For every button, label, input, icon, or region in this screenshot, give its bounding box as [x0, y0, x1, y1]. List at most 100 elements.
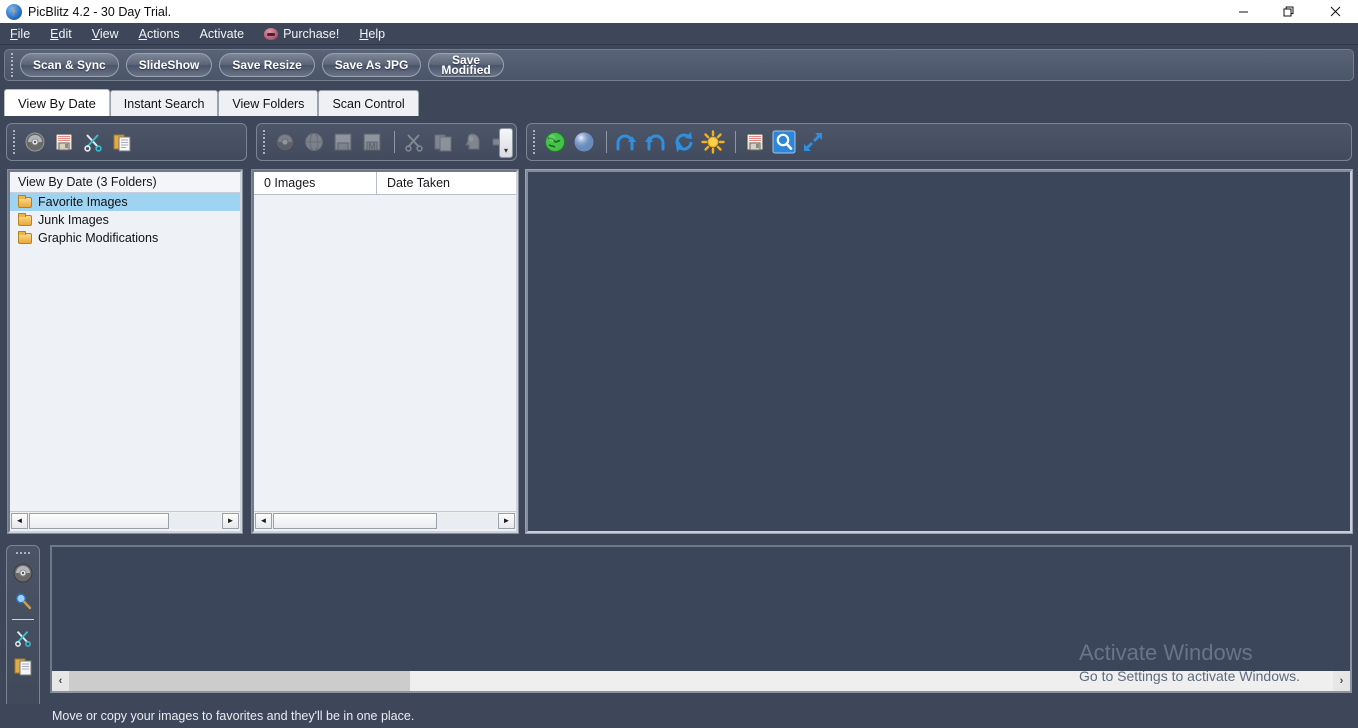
zoom-search-icon[interactable]: [771, 129, 797, 155]
menu-item-activate[interactable]: Activate: [190, 25, 254, 43]
svg-text:M: M: [369, 142, 376, 151]
main-toolbar: Scan & Sync SlideShow Save Resize Save A…: [4, 49, 1354, 81]
copy-paste-icon[interactable]: [109, 129, 135, 155]
scroll-left-arrow-icon[interactable]: ◄: [255, 512, 272, 529]
scroll-track[interactable]: [69, 671, 1333, 691]
globe-green-icon[interactable]: [542, 129, 568, 155]
icon-toolbar-left-grip[interactable]: [9, 129, 19, 155]
status-message: Move or copy your images to favorites an…: [52, 709, 415, 723]
folder-icon: [18, 230, 32, 244]
scan-and-sync-button[interactable]: Scan & Sync: [20, 53, 119, 77]
menu-item-actions[interactable]: Actions: [129, 25, 190, 43]
copy-icon[interactable]: [430, 129, 456, 155]
icon-toolbar-middle: M ▾: [256, 123, 517, 161]
filmstrip-thumbnails[interactable]: [52, 547, 1350, 671]
scissors-icon[interactable]: [80, 129, 106, 155]
flip-refresh-icon[interactable]: [671, 129, 697, 155]
save-resize-button[interactable]: Save Resize: [219, 53, 315, 77]
save-floppy-icon[interactable]: [742, 129, 768, 155]
menu-item-file[interactable]: File: [0, 25, 40, 43]
toolbar-separator: [606, 131, 607, 153]
filmstrip-horizontal-scrollbar[interactable]: ‹ ›: [52, 671, 1350, 691]
column-header-images[interactable]: 0 Images: [254, 172, 377, 194]
status-bar: Move or copy your images to favorites an…: [0, 704, 1358, 728]
list-body[interactable]: [254, 195, 516, 511]
save-modified-icon[interactable]: M: [359, 129, 385, 155]
tab-strip: View By Date Instant Search View Folders…: [4, 89, 1354, 116]
menu-item-purchase[interactable]: Purchase!: [254, 25, 349, 43]
menu-bar: File Edit View Actions Activate Purchase…: [0, 23, 1358, 45]
scroll-thumb[interactable]: [273, 512, 437, 529]
menu-item-edit[interactable]: Edit: [40, 25, 82, 43]
minimize-button[interactable]: [1220, 0, 1266, 23]
rotate-right-icon[interactable]: [613, 129, 639, 155]
vertical-toolbar-grip[interactable]: [16, 552, 30, 554]
tab-view-folders[interactable]: View Folders: [218, 90, 319, 116]
scroll-right-arrow-icon[interactable]: ►: [222, 512, 239, 529]
menu-item-view[interactable]: View: [82, 25, 129, 43]
column-header-date-taken[interactable]: Date Taken: [377, 172, 516, 194]
disc-icon[interactable]: [10, 559, 36, 587]
tree-item-label: Favorite Images: [38, 195, 128, 209]
save-floppy-icon[interactable]: [51, 129, 77, 155]
toolbar-separator: [735, 131, 736, 153]
list-horizontal-scrollbar[interactable]: ◄ ►: [254, 511, 516, 529]
window-controls: [1220, 0, 1358, 23]
brightness-sun-icon[interactable]: [700, 129, 726, 155]
tree-item-junk-images[interactable]: Junk Images: [10, 211, 240, 229]
tree-item-favorite-images[interactable]: Favorite Images: [10, 193, 240, 211]
scroll-track[interactable]: [29, 512, 221, 529]
magnifier-icon[interactable]: [10, 587, 36, 615]
chevron-down-icon[interactable]: ▾: [499, 128, 513, 158]
title-bar: PicBlitz 4.2 - 30 Day Trial.: [0, 0, 1358, 23]
disc-icon[interactable]: [272, 129, 298, 155]
scroll-right-arrow-icon[interactable]: ›: [1333, 671, 1350, 691]
resize-arrows-icon[interactable]: [800, 129, 826, 155]
folder-tree-panel: View By Date (3 Folders) Favorite Images…: [7, 169, 243, 534]
menu-item-help[interactable]: Help: [349, 25, 395, 43]
close-button[interactable]: [1312, 0, 1358, 23]
tab-instant-search[interactable]: Instant Search: [109, 90, 219, 116]
scissors-icon[interactable]: [401, 129, 427, 155]
globe-icon[interactable]: [301, 129, 327, 155]
sphere-blue-icon[interactable]: [571, 129, 597, 155]
toolbar-grip-handle[interactable]: [7, 52, 17, 78]
window-title: PicBlitz 4.2 - 30 Day Trial.: [28, 4, 172, 19]
application-window: PicBlitz 4.2 - 30 Day Trial. File Edit V…: [0, 0, 1358, 728]
icon-toolbar-right-grip[interactable]: [529, 129, 539, 155]
scroll-thumb[interactable]: [29, 512, 170, 529]
tree-horizontal-scrollbar[interactable]: ◄ ►: [10, 511, 240, 529]
scroll-left-arrow-icon[interactable]: ‹: [52, 671, 69, 691]
icon-toolbar-middle-grip[interactable]: [259, 129, 269, 155]
scroll-thumb[interactable]: [69, 671, 411, 691]
tab-scan-control[interactable]: Scan Control: [318, 90, 419, 116]
scroll-left-arrow-icon[interactable]: ◄: [11, 512, 28, 529]
scroll-right-arrow-icon[interactable]: ►: [498, 512, 515, 529]
icon-toolbar-right: [526, 123, 1352, 161]
save-as-jpg-button[interactable]: Save As JPG: [321, 53, 422, 77]
tree-item-graphic-modifications[interactable]: Graphic Modifications: [10, 229, 240, 247]
tree-header: View By Date (3 Folders): [10, 172, 240, 193]
maximize-button[interactable]: [1266, 0, 1312, 23]
icon-toolbar-left: [6, 123, 247, 161]
folder-icon: [18, 212, 32, 226]
head-profile-icon[interactable]: [459, 129, 485, 155]
scissors-icon[interactable]: [10, 624, 36, 652]
save-floppy-icon[interactable]: [330, 129, 356, 155]
save-modified-button[interactable]: Save Modified: [428, 53, 504, 77]
rotate-left-icon[interactable]: [642, 129, 668, 155]
vertical-toolbar-separator: [12, 619, 34, 620]
disc-icon[interactable]: [22, 129, 48, 155]
copy-paste-icon[interactable]: [10, 652, 36, 680]
slideshow-button[interactable]: SlideShow: [125, 53, 213, 77]
tree-body: Favorite Images Junk Images Graphic Modi…: [10, 193, 240, 511]
image-preview-panel[interactable]: [525, 169, 1353, 534]
tree-item-label: Junk Images: [38, 213, 109, 227]
tab-view-by-date[interactable]: View By Date: [4, 89, 110, 116]
filmstrip-panel: ‹ ›: [50, 545, 1352, 693]
image-list-panel: 0 Images Date Taken ◄ ►: [251, 169, 519, 534]
toolbar-separator: [394, 131, 395, 153]
scroll-track[interactable]: [273, 512, 497, 529]
vertical-toolbar: [6, 545, 40, 709]
folder-icon: [18, 194, 32, 208]
